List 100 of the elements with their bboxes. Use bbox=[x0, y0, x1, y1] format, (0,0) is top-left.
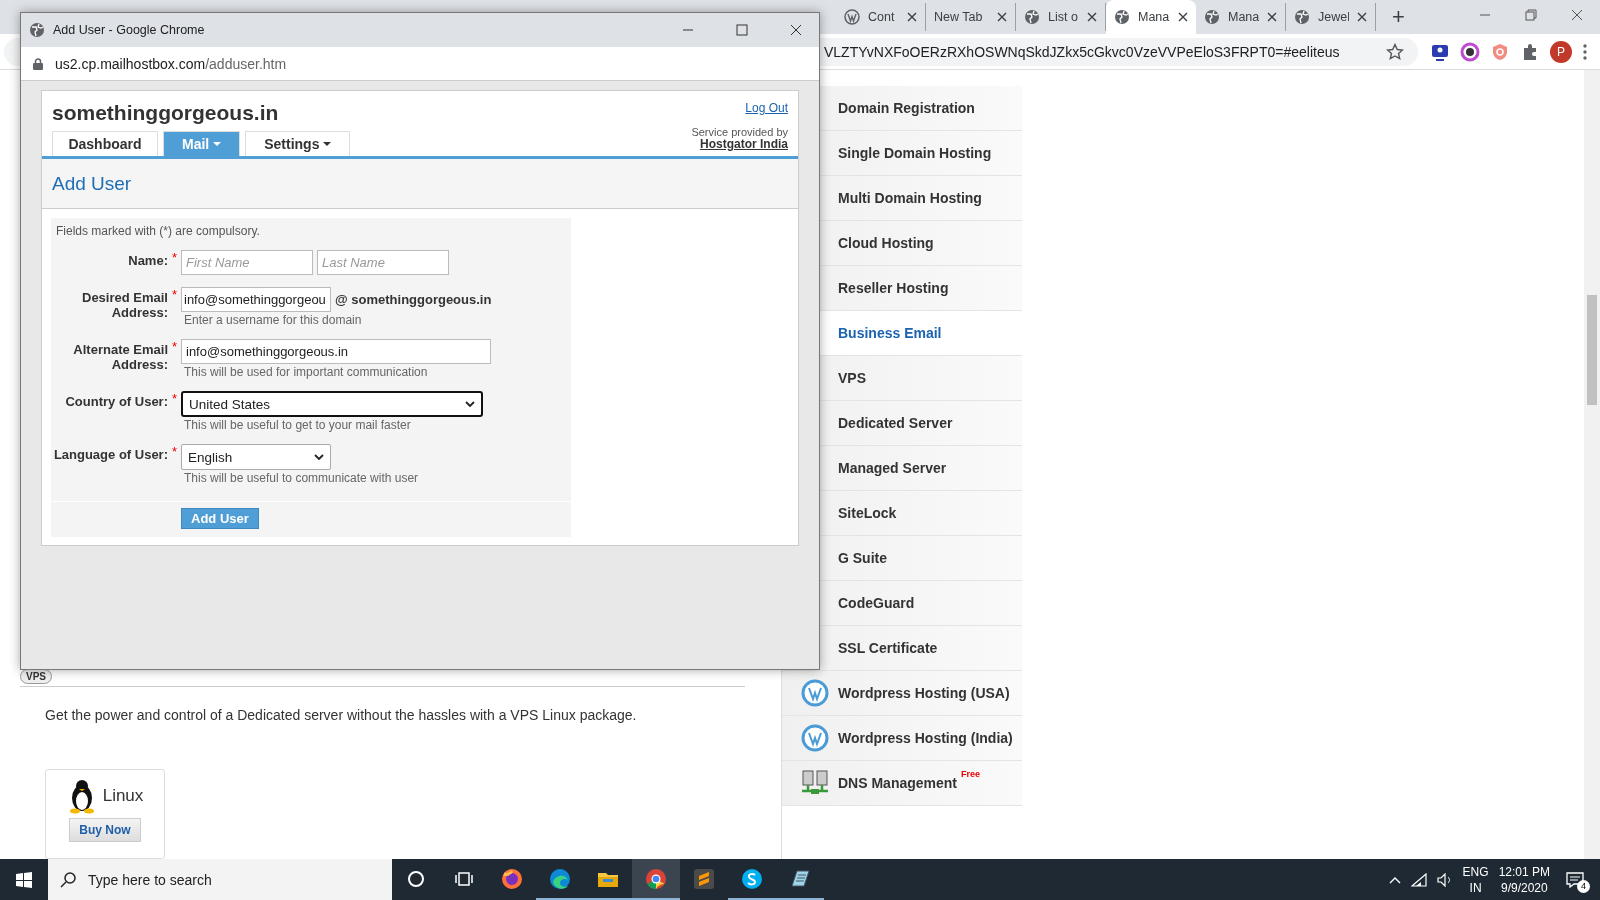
sidebar-label: Cloud Hosting bbox=[838, 235, 934, 251]
nav-tab[interactable]: Settings bbox=[245, 131, 351, 156]
section-description: Get the power and control of a Dedicated server without the hassles with a VPS Linux package. bbox=[45, 707, 638, 723]
sidebar-label: VPS bbox=[838, 370, 866, 386]
buy-now-button[interactable]: Buy Now bbox=[69, 818, 141, 842]
notepad-icon[interactable] bbox=[789, 867, 811, 890]
wave-icon[interactable] bbox=[549, 867, 571, 890]
dropdown[interactable]: United States bbox=[181, 391, 483, 417]
scrollbar[interactable] bbox=[1584, 70, 1600, 859]
close-icon[interactable] bbox=[997, 12, 1007, 22]
required-mark: * bbox=[172, 339, 178, 354]
region-label[interactable]: IN bbox=[1469, 879, 1482, 896]
sidebar-label: Dedicated Server bbox=[838, 415, 953, 431]
chevron-up-icon[interactable] bbox=[1388, 875, 1401, 884]
globe-icon bbox=[29, 22, 45, 38]
tab-title: Mana bbox=[1138, 10, 1170, 24]
name-field[interactable]: Last Name bbox=[317, 250, 449, 275]
tab-title: Mana bbox=[1228, 10, 1259, 24]
browser-tab[interactable]: Mana bbox=[1196, 3, 1286, 31]
language-label[interactable]: ENG bbox=[1462, 863, 1489, 880]
sidebar-item[interactable]: Wordpress Hosting (USA) bbox=[782, 671, 1022, 716]
field-label: Name: bbox=[127, 252, 168, 270]
close-icon[interactable] bbox=[907, 12, 917, 22]
speaker-icon[interactable] bbox=[1436, 872, 1453, 887]
globe-icon bbox=[1114, 9, 1130, 25]
close-icon[interactable] bbox=[1569, 7, 1585, 23]
sidebar-label: Wordpress Hosting (India) bbox=[838, 730, 1013, 746]
tab-title: Jewel bbox=[1318, 10, 1349, 24]
fox-icon[interactable] bbox=[501, 867, 523, 890]
tab-title: List o bbox=[1048, 10, 1079, 24]
field-hint: Enter a username for this domain bbox=[183, 313, 363, 327]
nav-tab[interactable]: Dashboard bbox=[52, 131, 158, 156]
email-field[interactable]: info@somethinggorgeous.in bbox=[181, 339, 491, 364]
sidebar-label: Business Email bbox=[838, 325, 942, 341]
lock-icon bbox=[33, 57, 43, 70]
form-note: Fields marked with (*) are compulsory. bbox=[55, 224, 261, 238]
sidebar-item[interactable]: DNS Management Free bbox=[782, 761, 1022, 806]
url-text: us2.cp.mailhostbox.com/adduser.htm bbox=[55, 55, 287, 72]
wordpress-icon bbox=[800, 723, 830, 753]
close-icon[interactable] bbox=[1267, 12, 1277, 22]
sidebar-label: SiteLock bbox=[838, 505, 897, 521]
close-icon[interactable] bbox=[1178, 12, 1188, 22]
new-tab-button[interactable]: + bbox=[1392, 4, 1405, 30]
chevron-down-icon bbox=[465, 400, 475, 408]
close-icon[interactable] bbox=[788, 22, 804, 38]
circle-icon[interactable] bbox=[407, 869, 425, 888]
tab-title: Cont bbox=[868, 10, 896, 24]
chevron-down-icon bbox=[314, 453, 324, 461]
sidebar-label: G Suite bbox=[838, 550, 887, 566]
s-bubble-icon[interactable] bbox=[741, 867, 763, 890]
close-icon[interactable] bbox=[1357, 12, 1367, 22]
windows-icon[interactable] bbox=[16, 871, 32, 888]
s-logo-icon[interactable] bbox=[693, 867, 715, 890]
name-field[interactable]: First Name bbox=[181, 250, 313, 275]
sidebar-label: Reseller Hosting bbox=[838, 280, 949, 296]
required-mark: * bbox=[172, 250, 178, 265]
domain-suffix: @ somethinggorgeous.in bbox=[335, 292, 492, 307]
task-view-icon[interactable] bbox=[455, 869, 473, 888]
dropdown[interactable]: English bbox=[181, 444, 331, 470]
url-text: VLZTYvNXFoOERzRXhOSWNqSkdJZkx5cGkvc0VzeVVPeEloS3FRPT0=#eeliteus bbox=[824, 43, 1341, 60]
clock-time[interactable]: 12:01 PM bbox=[1498, 863, 1550, 880]
scroll-thumb[interactable] bbox=[1587, 295, 1597, 405]
required-mark: * bbox=[172, 391, 178, 406]
browser-tab[interactable]: Cont bbox=[836, 3, 926, 31]
ring-icon[interactable] bbox=[1460, 41, 1480, 62]
required-mark: * bbox=[172, 444, 178, 459]
product-name: Linux bbox=[102, 786, 144, 806]
profile-avatar[interactable]: P bbox=[1550, 40, 1572, 63]
field-label: Language of User: bbox=[52, 446, 168, 464]
browser-tab[interactable]: Mana bbox=[1106, 0, 1196, 34]
field-hint: This will be useful to get to your mail faster bbox=[183, 418, 412, 432]
sidebar-label: DNS Management bbox=[838, 775, 958, 791]
page-heading: Add User bbox=[52, 172, 132, 195]
email-field[interactable]: info@somethinggorgeou bbox=[181, 287, 331, 312]
wifi-icon[interactable] bbox=[1410, 872, 1427, 887]
field-label: Desired Email Address: bbox=[81, 289, 168, 322]
browser-tab[interactable]: Jewel bbox=[1286, 3, 1376, 31]
wordpress-icon bbox=[844, 9, 860, 25]
notification-count: 4 bbox=[1577, 879, 1590, 893]
browser-tab[interactable]: New Tab bbox=[926, 3, 1016, 31]
star-icon[interactable] bbox=[1386, 42, 1404, 61]
field-label: Alternate Email Address: bbox=[72, 341, 168, 374]
sidebar-label: Wordpress Hosting (USA) bbox=[838, 685, 1010, 701]
sidebar-label: Multi Domain Hosting bbox=[838, 190, 982, 206]
sidebar-label: SSL Certificate bbox=[838, 640, 938, 656]
globe-icon bbox=[1294, 9, 1310, 25]
field-label: Country of User: bbox=[64, 393, 168, 411]
globe-icon bbox=[1024, 9, 1040, 25]
sidebar-item[interactable]: Wordpress Hosting (India) bbox=[782, 716, 1022, 761]
chat-icon[interactable] bbox=[1566, 871, 1584, 888]
menu-icon[interactable] bbox=[1582, 42, 1588, 61]
maximize-icon[interactable] bbox=[734, 22, 750, 38]
restore-icon[interactable] bbox=[1523, 7, 1539, 23]
chrome-icon[interactable] bbox=[645, 867, 667, 890]
required-mark: * bbox=[172, 287, 178, 302]
globe-icon bbox=[1204, 9, 1220, 25]
wordpress-icon bbox=[800, 678, 830, 708]
close-icon[interactable] bbox=[1087, 12, 1097, 22]
clock-date[interactable]: 9/9/2020 bbox=[1500, 879, 1548, 896]
search-field[interactable]: Type here to search bbox=[48, 859, 392, 900]
